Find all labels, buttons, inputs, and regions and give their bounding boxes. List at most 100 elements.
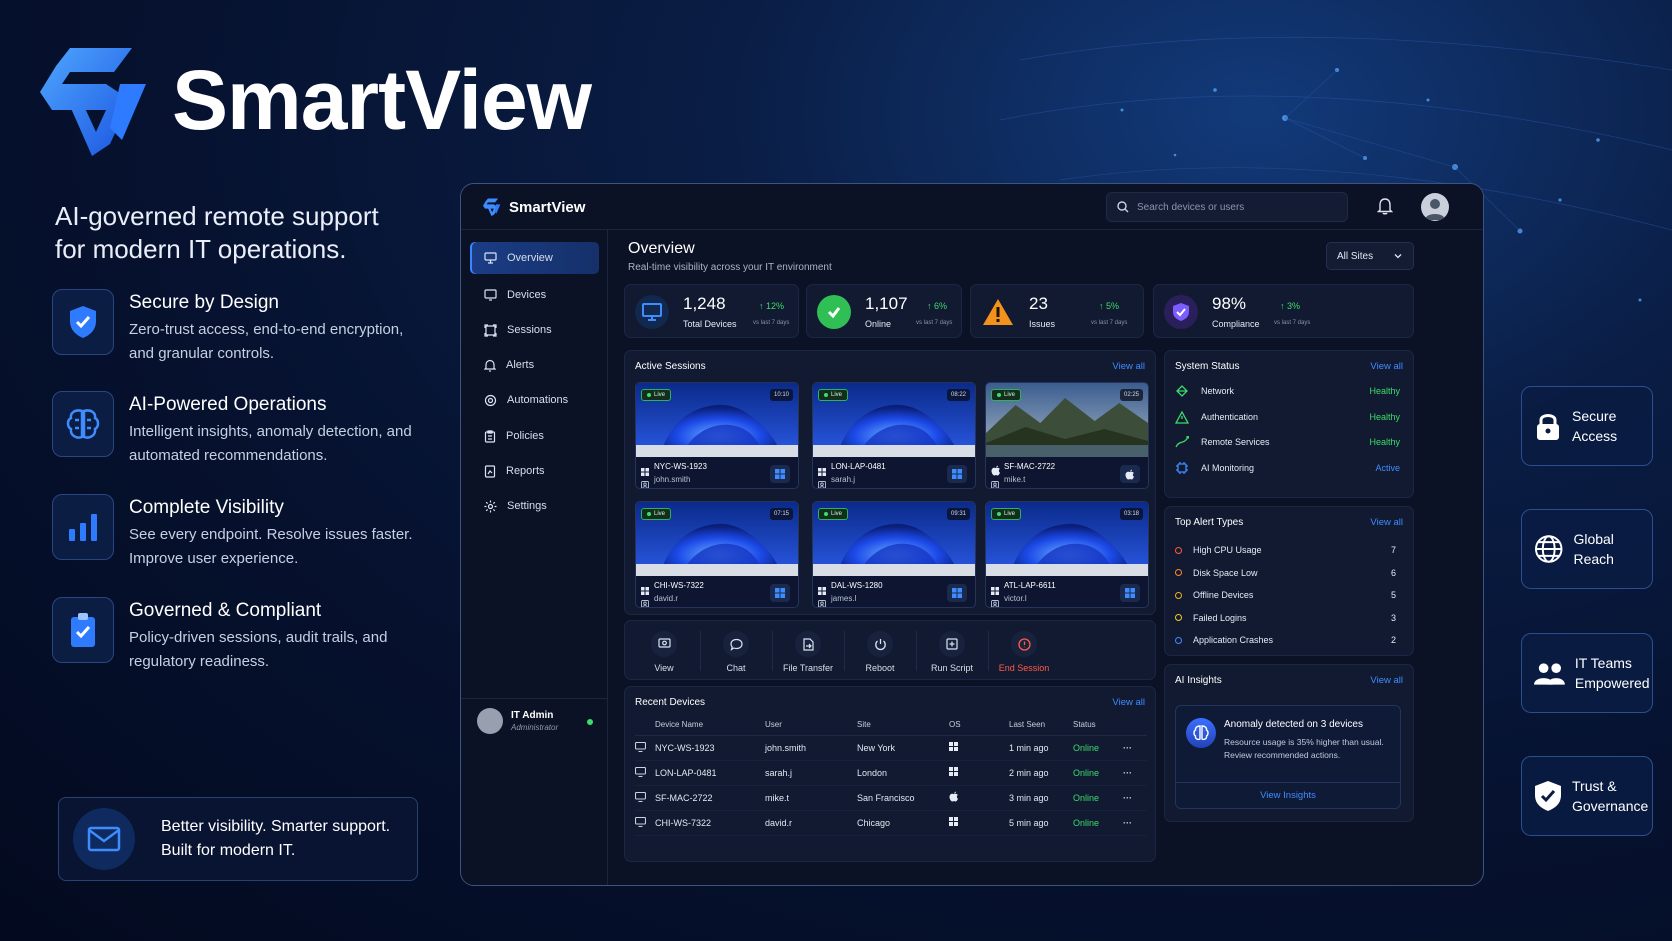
table-row[interactable]: LON-LAP-0481 sarah.j London 2 min ago Online…	[634, 760, 1147, 786]
session-card[interactable]: Live 03:18 ATL-LAP-6611 victor.l	[985, 501, 1149, 608]
session-duration: 09:31	[946, 508, 970, 520]
table-row[interactable]: NYC-WS-1923 john.smith New York 1 min ago On…	[634, 735, 1147, 761]
shield-check-icon	[1535, 781, 1561, 811]
view-all-link[interactable]: View all	[1370, 361, 1403, 372]
nav-item-alerts[interactable]: Alerts	[470, 349, 599, 381]
table-row[interactable]: CHI-WS-7322 david.r Chicago 5 min ago Online…	[634, 810, 1147, 836]
session-card[interactable]: Live 08:22 LON-LAP-0481 sarah.j	[812, 382, 976, 489]
column-header[interactable]: Device Name	[655, 715, 765, 736]
table-row[interactable]: SF-MAC-2722 mike.t San Francisco 3 min ago O…	[634, 785, 1147, 811]
os-button[interactable]	[1120, 465, 1140, 483]
users-icon	[1534, 663, 1565, 685]
chevron-down-icon	[1394, 254, 1402, 259]
stat-label: Issues	[1029, 319, 1056, 329]
user-avatar[interactable]	[1421, 193, 1449, 221]
session-host: ATL-LAP-6611	[1004, 581, 1056, 590]
device-status: Online	[1073, 785, 1123, 811]
alert-type-row[interactable]: Failed Logins 3	[1175, 608, 1400, 628]
search-input[interactable]	[1137, 201, 1337, 213]
column-header[interactable]: Last Seen	[1009, 715, 1073, 736]
nav-item-sessions[interactable]: Sessions	[470, 314, 599, 346]
stat-change: ↑ 12%	[759, 301, 785, 311]
alert-type-row[interactable]: Disk Space Low 6	[1175, 563, 1400, 583]
action-view-button[interactable]: View	[629, 621, 699, 679]
session-user: sarah.j	[831, 475, 856, 484]
session-card[interactable]: Live 10:10 NYC-WS-1923 john.smith	[635, 382, 799, 489]
nav-label: Devices	[507, 289, 547, 301]
device-user: david.r	[765, 810, 857, 836]
apple-icon	[991, 465, 1000, 476]
stop-icon	[1011, 631, 1037, 657]
action-chat-button[interactable]: Chat	[701, 621, 771, 679]
monitor-icon	[634, 791, 647, 802]
session-card[interactable]: Live 02:25 SF-MAC-2722 mike.t	[985, 382, 1149, 489]
nav-item-automations[interactable]: Automations	[470, 384, 599, 416]
stat-card-total-devices[interactable]: 1,248 Total Devices ↑ 12% vs last 7 days	[624, 284, 799, 338]
more-options-icon[interactable]: ···	[1123, 785, 1147, 811]
page-title: Overview	[628, 240, 695, 257]
nav-item-policies[interactable]: Policies	[470, 420, 599, 452]
session-user: david.r	[654, 594, 679, 603]
os-button[interactable]	[770, 584, 790, 602]
stat-card-issues[interactable]: 23 Issues ↑ 5% vs last 7 days	[970, 284, 1144, 338]
side-card-line-1: Trust &	[1572, 778, 1617, 794]
view-all-link[interactable]: View all	[1370, 675, 1403, 686]
site-filter-select[interactable]: All Sites	[1326, 242, 1414, 270]
brand-name: SmartView	[172, 52, 592, 147]
nav-item-reports[interactable]: Reports	[470, 455, 599, 487]
os-button[interactable]	[770, 465, 790, 483]
clipboard-icon	[484, 429, 496, 443]
alert-severity-icon	[1175, 546, 1182, 554]
session-host: SF-MAC-2722	[1004, 462, 1056, 471]
more-options-icon[interactable]: ···	[1123, 760, 1147, 786]
action-file-transfer-button[interactable]: File Transfer	[773, 621, 843, 679]
alert-type-row[interactable]: High CPU Usage 7	[1175, 540, 1400, 560]
user-name: IT Admin	[511, 709, 554, 721]
top-bar: SmartView	[461, 184, 1483, 230]
alert-type-row[interactable]: Offline Devices 5	[1175, 585, 1400, 605]
action-reboot-button[interactable]: Reboot	[845, 621, 915, 679]
os-button[interactable]	[947, 465, 967, 483]
app-name: SmartView	[509, 198, 586, 216]
nav-item-devices[interactable]: Devices	[470, 279, 599, 311]
action-end-session-button[interactable]: End Session	[989, 621, 1059, 679]
feature-title: Secure by Design	[129, 292, 279, 313]
action-run-script-button[interactable]: Run Script	[917, 621, 987, 679]
session-actions-bar: View Chat File Transfer Reboot Run Script End…	[624, 620, 1156, 680]
insight-card: Anomaly detected on 3 devices Resource u…	[1175, 705, 1401, 809]
notification-bell-icon[interactable]	[1377, 197, 1393, 215]
report-icon	[484, 464, 496, 478]
alert-count: 7	[1390, 545, 1396, 555]
panel-title: AI Insights	[1175, 675, 1222, 686]
column-header[interactable]: Site	[857, 715, 949, 736]
view-all-link[interactable]: View all	[1112, 697, 1145, 708]
session-card[interactable]: Live 07:15 CHI-WS-7322 david.r	[635, 501, 799, 608]
os-button[interactable]	[1120, 584, 1140, 602]
column-header[interactable]: OS	[949, 715, 1009, 736]
side-card-trust: Trust & Governance	[1521, 756, 1653, 836]
top-alerts-panel: Top Alert Types View all High CPU Usage 7…	[1164, 506, 1414, 656]
insight-headline: Anomaly detected on 3 devices	[1224, 719, 1363, 730]
stat-card-online[interactable]: 1,107 Online ↑ 6% vs last 7 days	[806, 284, 962, 338]
view-insights-button[interactable]: View Insights	[1176, 782, 1400, 808]
windows-icon	[949, 767, 958, 776]
view-all-link[interactable]: View all	[1370, 517, 1403, 528]
more-options-icon[interactable]: ···	[1123, 810, 1147, 836]
alert-type-row[interactable]: Application Crashes 2	[1175, 630, 1400, 650]
column-header[interactable]: Status	[1073, 715, 1123, 736]
search-box[interactable]	[1106, 192, 1348, 222]
more-options-icon[interactable]: ···	[1123, 735, 1147, 761]
nav-item-overview[interactable]: Overview	[470, 242, 599, 274]
nav-item-settings[interactable]: Settings	[470, 490, 599, 522]
session-card[interactable]: Live 09:31 DAL-WS-1280 james.l	[812, 501, 976, 608]
stat-card-compliance[interactable]: 98% Compliance ↑ 3% vs last 7 days	[1153, 284, 1414, 338]
view-all-link[interactable]: View all	[1112, 361, 1145, 372]
column-header[interactable]: User	[765, 715, 857, 736]
os-button[interactable]	[947, 584, 967, 602]
power-icon	[867, 631, 893, 657]
app-logo[interactable]: SmartView	[483, 197, 585, 217]
windows-icon	[1125, 588, 1135, 598]
current-user[interactable]: IT Admin Administrator	[461, 698, 608, 742]
stat-label: Online	[865, 319, 892, 329]
screen-icon	[651, 631, 677, 657]
